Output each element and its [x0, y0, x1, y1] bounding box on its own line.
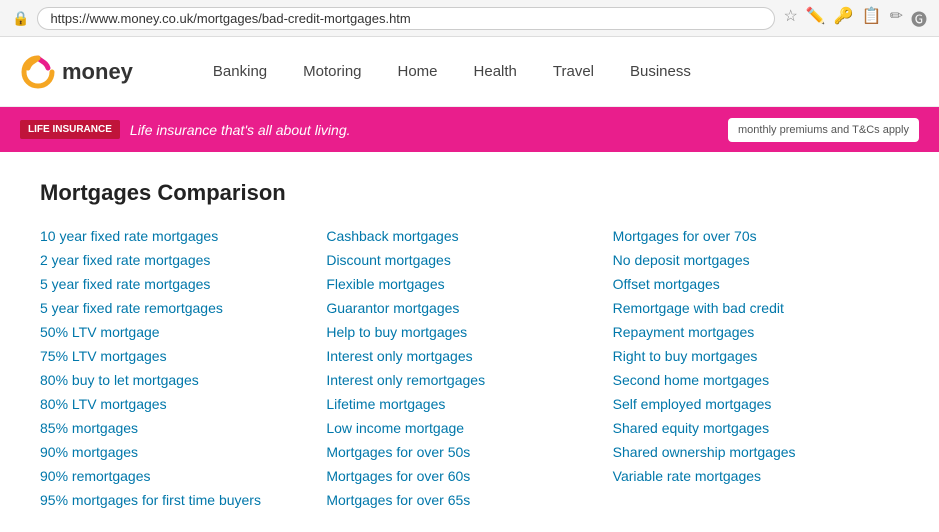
mortgage-link[interactable]: Guarantor mortgages [326, 296, 612, 320]
mortgage-link[interactable]: Shared ownership mortgages [613, 440, 899, 464]
nav-links: Banking Motoring Home Health Travel Busi… [213, 63, 691, 80]
mortgage-link[interactable]: Self employed mortgages [613, 392, 899, 416]
mortgage-link[interactable]: Mortgages for over 60s [326, 464, 612, 488]
ext-icon1[interactable]: 🔑 [834, 6, 854, 30]
column-2: Cashback mortgagesDiscount mortgagesFlex… [326, 224, 612, 512]
browser-icons: ☆ ✏️ 🔑 📋 ✏ 🅖 [783, 6, 927, 30]
banner-terms: monthly premiums and T&Cs apply [728, 118, 919, 142]
nav-motoring[interactable]: Motoring [303, 63, 361, 80]
banner-badge: LIFE INSURANCE [20, 120, 120, 139]
mortgage-link[interactable]: 85% mortgages [40, 416, 326, 440]
mortgage-link[interactable]: Discount mortgages [326, 248, 612, 272]
mortgage-link[interactable]: Mortgages for over 65s [326, 488, 612, 512]
mortgage-link[interactable]: 50% LTV mortgage [40, 320, 326, 344]
nav-business[interactable]: Business [630, 63, 691, 80]
section-title: Mortgages Comparison [40, 180, 899, 206]
nav-banking[interactable]: Banking [213, 63, 267, 80]
mortgage-link[interactable]: Lifetime mortgages [326, 392, 612, 416]
mortgage-link[interactable]: Shared equity mortgages [613, 416, 899, 440]
mortgage-link[interactable]: 5 year fixed rate remortgages [40, 296, 326, 320]
logo-icon [20, 54, 56, 90]
mortgage-link[interactable]: Interest only mortgages [326, 344, 612, 368]
mortgage-link[interactable]: Mortgages for over 50s [326, 440, 612, 464]
mortgage-link[interactable]: 90% mortgages [40, 440, 326, 464]
nav-travel[interactable]: Travel [553, 63, 594, 80]
mortgage-link[interactable]: 80% LTV mortgages [40, 392, 326, 416]
nav-health[interactable]: Health [474, 63, 517, 80]
column-3: Mortgages for over 70sNo deposit mortgag… [613, 224, 899, 512]
mortgage-link[interactable]: Offset mortgages [613, 272, 899, 296]
share-icon[interactable]: ✏️ [806, 6, 826, 30]
banner-tagline: Life insurance that's all about living. [130, 122, 351, 138]
mortgage-link[interactable]: 5 year fixed rate mortgages [40, 272, 326, 296]
mortgage-link[interactable]: Help to buy mortgages [326, 320, 612, 344]
mortgage-link[interactable]: Interest only remortgages [326, 368, 612, 392]
mortgage-link[interactable]: Remortgage with bad credit [613, 296, 899, 320]
promo-banner: LIFE INSURANCE Life insurance that's all… [0, 107, 939, 152]
nav-bar: money Banking Motoring Home Health Trave… [0, 37, 939, 107]
mortgage-links-grid: 10 year fixed rate mortgages2 year fixed… [40, 224, 899, 512]
logo-text: money [62, 59, 133, 85]
url-display[interactable]: https://www.money.co.uk/mortgages/bad-cr… [37, 7, 775, 30]
ext-icon4[interactable]: 🅖 [911, 6, 927, 30]
mortgage-link[interactable]: 80% buy to let mortgages [40, 368, 326, 392]
star-icon[interactable]: ☆ [783, 6, 797, 30]
mortgage-link[interactable]: 10 year fixed rate mortgages [40, 224, 326, 248]
mortgage-link[interactable]: 2 year fixed rate mortgages [40, 248, 326, 272]
mortgage-link[interactable]: 95% mortgages for first time buyers [40, 488, 326, 512]
logo[interactable]: money [20, 54, 133, 90]
column-1: 10 year fixed rate mortgages2 year fixed… [40, 224, 326, 512]
nav-home[interactable]: Home [398, 63, 438, 80]
mortgage-link[interactable]: Cashback mortgages [326, 224, 612, 248]
mortgage-link[interactable]: Repayment mortgages [613, 320, 899, 344]
main-content: Mortgages Comparison 10 year fixed rate … [0, 152, 939, 532]
mortgage-link[interactable]: Right to buy mortgages [613, 344, 899, 368]
mortgage-link[interactable]: No deposit mortgages [613, 248, 899, 272]
ext-icon3[interactable]: ✏ [890, 6, 903, 30]
mortgage-link[interactable]: Second home mortgages [613, 368, 899, 392]
mortgage-link[interactable]: Variable rate mortgages [613, 464, 899, 488]
ext-icon2[interactable]: 📋 [862, 6, 882, 30]
mortgage-link[interactable]: 75% LTV mortgages [40, 344, 326, 368]
address-bar: 🔒 https://www.money.co.uk/mortgages/bad-… [0, 0, 939, 37]
mortgage-link[interactable]: Low income mortgage [326, 416, 612, 440]
mortgage-link[interactable]: Flexible mortgages [326, 272, 612, 296]
lock-icon: 🔒 [12, 10, 29, 27]
mortgage-link[interactable]: Mortgages for over 70s [613, 224, 899, 248]
mortgage-link[interactable]: 90% remortgages [40, 464, 326, 488]
